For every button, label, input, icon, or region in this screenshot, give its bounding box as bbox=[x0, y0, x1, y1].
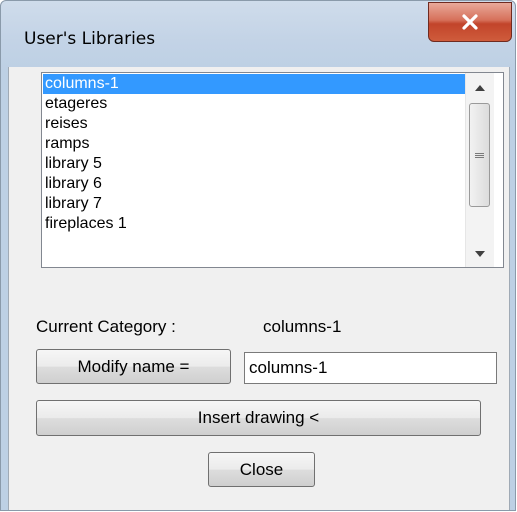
category-list-item[interactable]: etageres bbox=[43, 94, 465, 114]
title-bar[interactable]: User's Libraries bbox=[1, 1, 515, 67]
scroll-up-button[interactable] bbox=[466, 73, 494, 101]
category-list-item[interactable]: reises bbox=[43, 114, 465, 134]
category-list: columns-1 etageres reises ramps library … bbox=[43, 74, 465, 266]
window-title: User's Libraries bbox=[24, 29, 156, 49]
dialog-client-area: columns-1 etageres reises ramps library … bbox=[8, 67, 510, 510]
close-button[interactable]: Close bbox=[208, 452, 315, 487]
current-category-label: Current Category : bbox=[36, 317, 176, 336]
scroll-down-button[interactable] bbox=[466, 239, 494, 267]
category-name-input[interactable] bbox=[244, 352, 497, 384]
category-list-item[interactable]: fireplaces 1 bbox=[43, 214, 465, 234]
scroll-thumb[interactable] bbox=[469, 103, 490, 207]
list-scrollbar[interactable] bbox=[465, 73, 494, 267]
category-listbox[interactable]: columns-1 etageres reises ramps library … bbox=[41, 72, 504, 268]
category-list-item[interactable]: columns-1 bbox=[43, 74, 465, 94]
scroll-up-arrow-icon bbox=[475, 78, 485, 96]
category-list-item[interactable]: library 5 bbox=[43, 154, 465, 174]
current-category-value: columns-1 bbox=[263, 317, 342, 336]
category-list-item[interactable]: ramps bbox=[43, 134, 465, 154]
window-close-button[interactable] bbox=[428, 2, 512, 42]
category-list-item[interactable]: library 6 bbox=[43, 174, 465, 194]
users-libraries-dialog: User's Libraries columns-1 etageres reis… bbox=[0, 0, 516, 511]
category-list-item[interactable]: library 7 bbox=[43, 194, 465, 214]
modify-name-button[interactable]: Modify name = bbox=[36, 349, 231, 384]
insert-drawing-button[interactable]: Insert drawing < bbox=[36, 400, 481, 436]
close-x-icon bbox=[461, 14, 479, 30]
grip-icon bbox=[475, 152, 484, 159]
scroll-down-arrow-icon bbox=[475, 244, 485, 262]
